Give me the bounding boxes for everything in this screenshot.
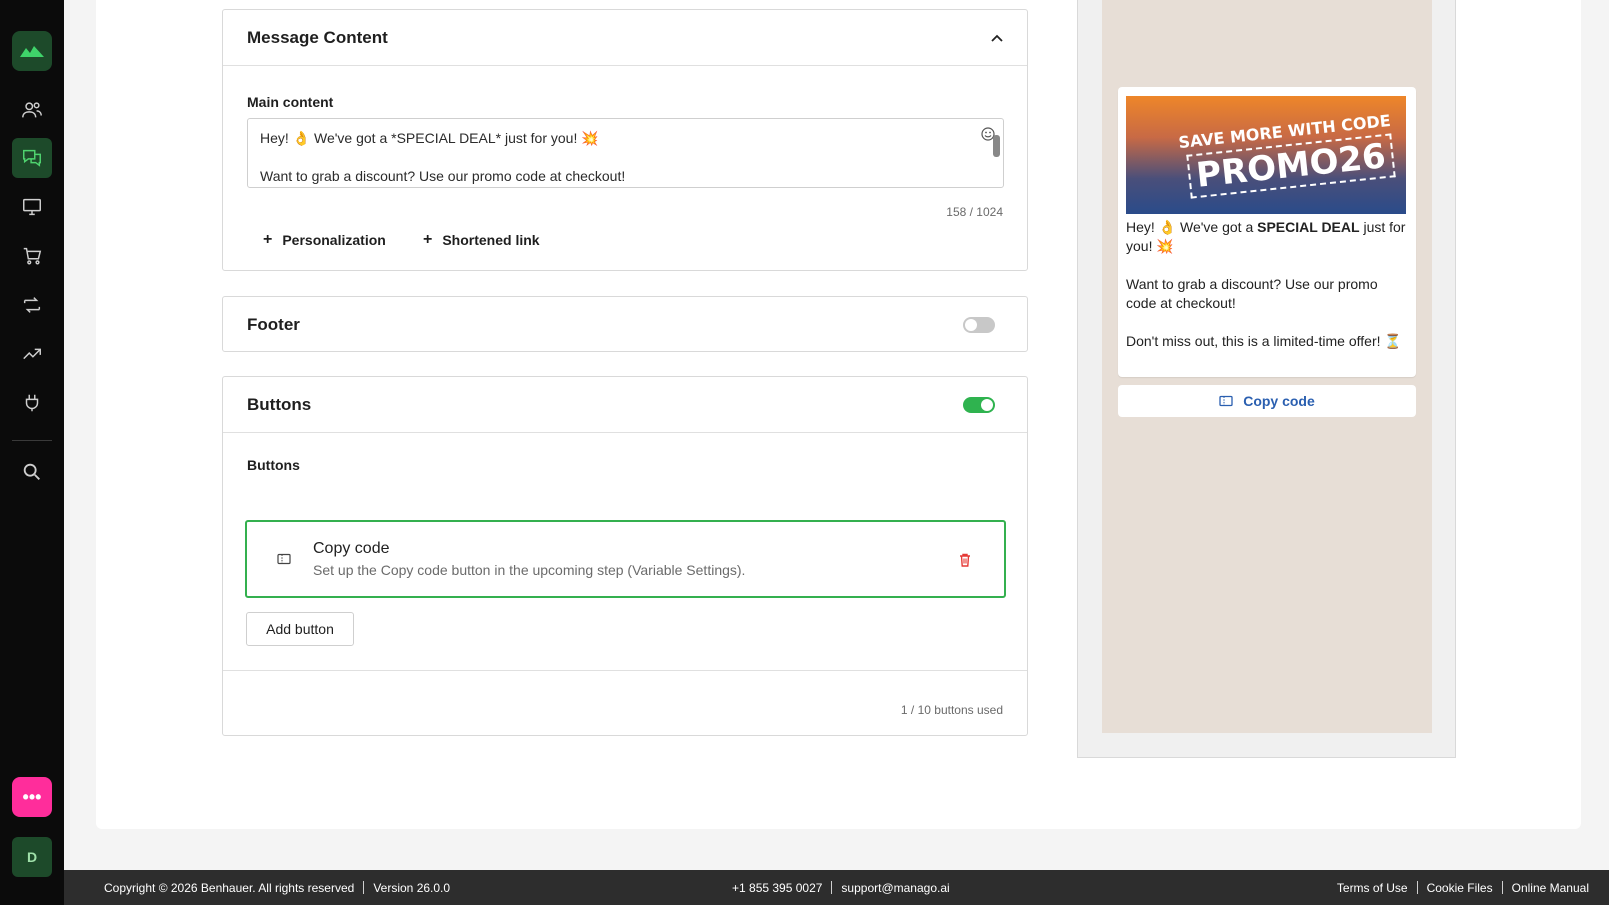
shortened-link-label: Shortened link (442, 232, 540, 248)
cookies-link[interactable]: Cookie Files (1427, 881, 1493, 895)
version-text: Version 26.0.0 (373, 880, 451, 895)
support-chat-button[interactable]: ••• (12, 777, 52, 817)
nav-web[interactable] (12, 187, 52, 227)
footer-panel: Footer (222, 296, 1028, 352)
nav-contacts[interactable] (12, 90, 52, 130)
panel-title: Footer (247, 315, 300, 334)
ticket-icon (1219, 395, 1233, 407)
sidebar: ••• D (0, 0, 64, 905)
main-content-textarea[interactable]: Hey! 👌 We've got a *SPECIAL DEAL* just f… (247, 118, 1004, 188)
buttons-used-counter: 1 / 10 buttons used (900, 703, 1003, 717)
copy-code-title: Copy code (313, 540, 390, 557)
footer-header: Footer (223, 297, 1027, 353)
plus-icon: + (263, 231, 273, 248)
users-icon (22, 102, 42, 118)
phone-preview: SAVE MORE WITH CODE PROMO26 Hey! 👌 We've… (1102, 0, 1432, 733)
bubble-text-2: Want to grab a discount? Use our promo c… (1126, 276, 1378, 311)
copy-code-button-card[interactable]: Copy code Set up the Copy code button in… (245, 520, 1006, 598)
buttons-divider (223, 670, 1027, 671)
bubble-text: Hey! 👌 We've got a SPECIAL DEAL just for… (1126, 218, 1408, 351)
nav-ecommerce[interactable] (12, 236, 52, 276)
textarea-line-2: Want to grab a discount? Use our promo c… (260, 168, 626, 184)
nav-integrations[interactable] (12, 383, 52, 423)
buttons-toggle[interactable] (963, 396, 995, 413)
footer-right: Terms of Use Cookie Files Online Manual (1337, 881, 1589, 895)
app-logo[interactable] (12, 31, 52, 71)
plus-icon: + (423, 231, 433, 248)
nav-automation[interactable] (12, 285, 52, 325)
cart-icon (23, 247, 42, 265)
nav-search[interactable] (12, 452, 52, 492)
sidebar-divider (12, 440, 52, 441)
trend-icon (23, 348, 41, 360)
search-icon (23, 463, 40, 480)
textarea-line-1: Hey! 👌 We've got a *SPECIAL DEAL* just f… (260, 130, 599, 146)
main-content-label: Main content (247, 94, 334, 110)
buttons-panel: Buttons Buttons Copy code Set up the Cop… (222, 376, 1028, 736)
chevron-up-icon[interactable] (991, 34, 1003, 42)
message-content-panel: Message Content Main content Hey! 👌 We'v… (222, 9, 1028, 271)
buttons-section-label: Buttons (247, 457, 300, 473)
user-avatar[interactable]: D (12, 837, 52, 877)
trash-icon[interactable] (959, 553, 971, 567)
message-bubble: SAVE MORE WITH CODE PROMO26 Hey! 👌 We've… (1118, 87, 1416, 377)
character-counter: 158 / 1024 (946, 205, 1003, 219)
copyright-text: Copyright © 2026 Benhauer. All rights re… (104, 880, 355, 895)
manual-link[interactable]: Online Manual (1512, 881, 1589, 895)
footer-bar: Copyright © 2026 Benhauer. All rights re… (64, 870, 1609, 905)
ticket-icon (277, 553, 291, 565)
footer-center: +1 855 395 0027 support@manago.ai (732, 881, 950, 895)
bubble-text-1a: Hey! 👌 We've got a (1126, 219, 1258, 235)
email-link[interactable]: support@manago.ai (841, 881, 949, 895)
copy-code-description: Set up the Copy code button in the upcom… (313, 562, 746, 578)
plug-icon (25, 394, 39, 412)
textarea-scrollbar[interactable] (993, 135, 1000, 157)
preview-copy-code-button[interactable]: Copy code (1118, 385, 1416, 417)
add-shortened-link-button[interactable]: + Shortened link (423, 231, 540, 249)
personalization-label: Personalization (282, 232, 386, 248)
monitor-icon (23, 198, 41, 216)
bubble-text-bold: SPECIAL DEAL (1257, 219, 1360, 235)
footer-left: Copyright © 2026 Benhauer. All rights re… (104, 881, 450, 895)
panel-title: Buttons (247, 394, 312, 414)
nav-messages[interactable] (12, 138, 52, 178)
flow-icon (23, 297, 41, 313)
phone-link[interactable]: +1 855 395 0027 (732, 881, 822, 895)
message-content-header[interactable]: Message Content (223, 10, 1027, 66)
nav-analytics[interactable] (12, 334, 52, 374)
footer-toggle[interactable] (963, 317, 995, 333)
preview-panel: SAVE MORE WITH CODE PROMO26 Hey! 👌 We've… (1077, 0, 1456, 758)
chat-dots-icon: ••• (22, 786, 42, 807)
panel-title: Message Content (247, 27, 388, 47)
promo-image: SAVE MORE WITH CODE PROMO26 (1126, 96, 1406, 214)
buttons-header: Buttons (223, 377, 1027, 433)
bubble-text-3: Don't miss out, this is a limited-time o… (1126, 333, 1402, 349)
add-personalization-button[interactable]: + Personalization (263, 231, 386, 249)
preview-copy-code-label: Copy code (1243, 393, 1315, 409)
add-button[interactable]: Add button (246, 612, 354, 646)
logo-icon (20, 46, 44, 57)
chat-icon (23, 149, 41, 167)
terms-link[interactable]: Terms of Use (1337, 881, 1408, 895)
